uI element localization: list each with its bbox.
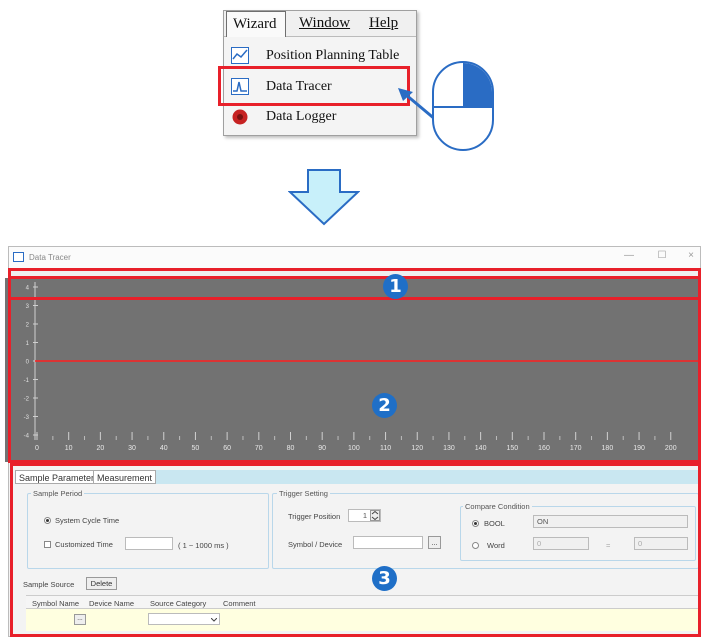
data-logger-icon	[232, 109, 248, 125]
parameter-highlight	[10, 463, 701, 637]
title-bar: Data Tracer — ☐ ×	[9, 247, 700, 269]
minimize-button[interactable]: —	[621, 250, 637, 264]
data-tracer-highlight	[218, 66, 410, 106]
window-title: Data Tracer	[29, 253, 71, 262]
menu-item-label: Data Logger	[266, 109, 337, 124]
badge-1: 1	[383, 274, 408, 299]
app-icon	[13, 252, 24, 262]
plot-highlight	[8, 276, 701, 463]
mouse-click-icon	[432, 61, 494, 151]
menu-item-data-logger[interactable]: Data Logger	[224, 104, 416, 131]
menu-window[interactable]: Window	[299, 15, 350, 32]
badge-2: 2	[372, 393, 397, 418]
menu-item-label: Position Planning Table	[266, 48, 400, 63]
chart-table-icon	[231, 47, 249, 64]
badge-3: 3	[372, 566, 397, 591]
menu-help[interactable]: Help	[369, 15, 398, 32]
menu-bar: Wizard Window Help	[224, 11, 416, 37]
down-arrow-icon	[288, 169, 360, 226]
menu-wizard[interactable]: Wizard	[226, 11, 286, 37]
maximize-button[interactable]: ☐	[654, 250, 670, 264]
close-button[interactable]: ×	[683, 250, 699, 264]
